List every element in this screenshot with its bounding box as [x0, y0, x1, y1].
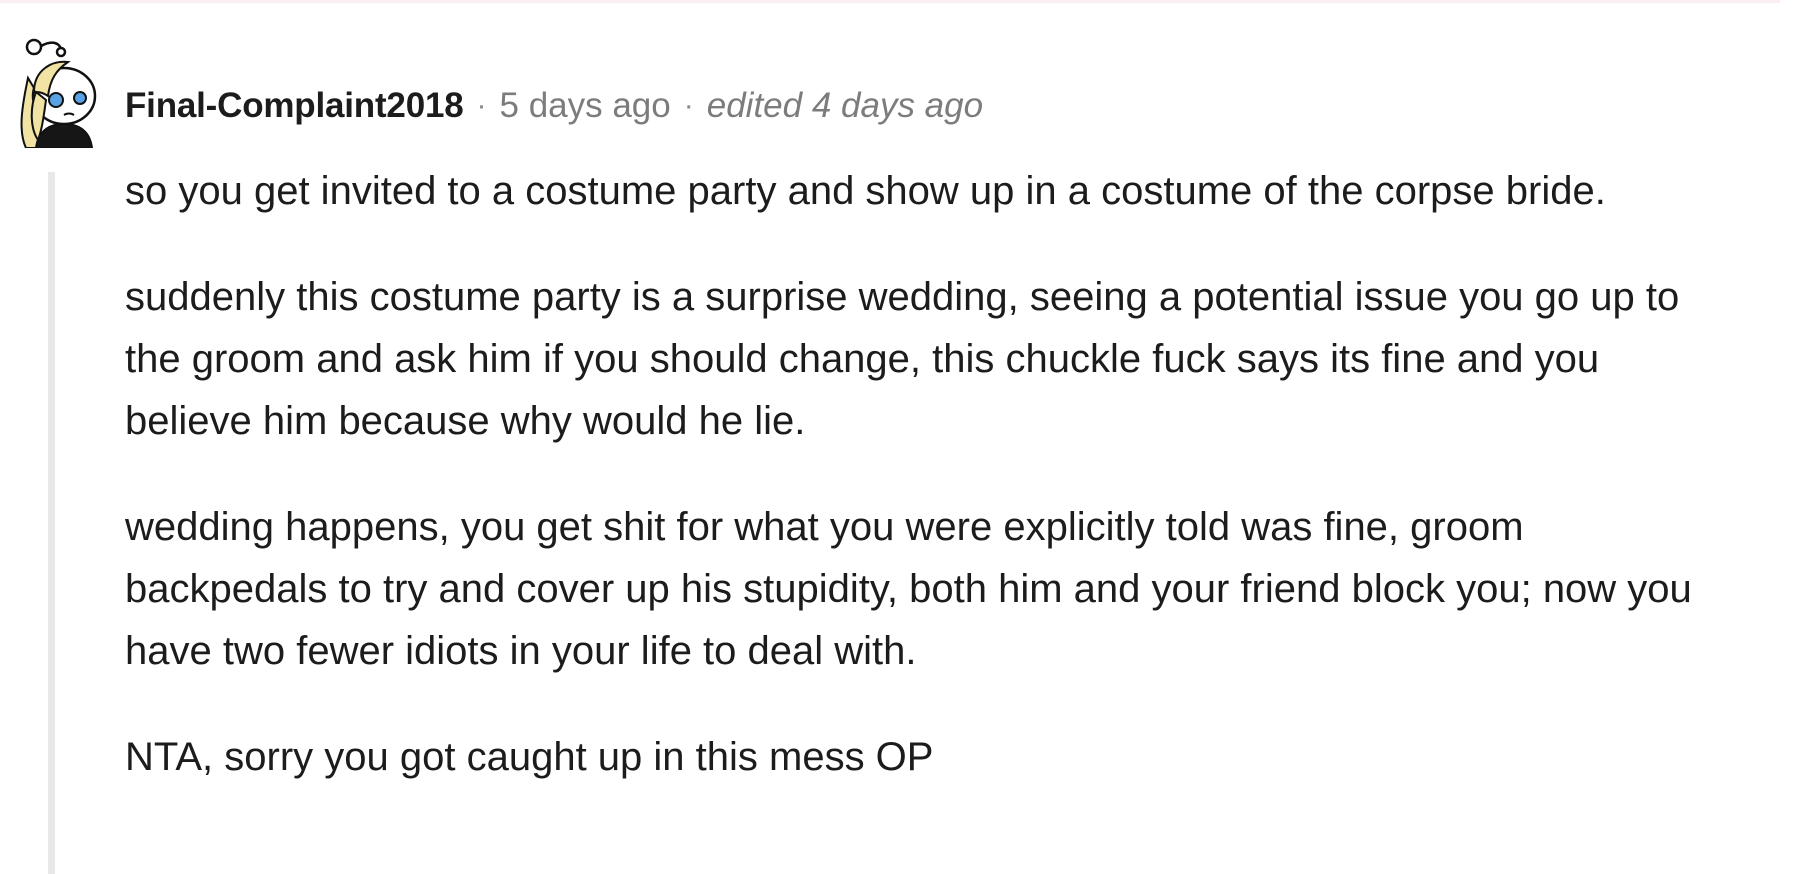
comment-paragraph: NTA, sorry you got caught up in this mes…: [125, 735, 934, 779]
comment-paragraph: wedding happens, you get shit for what y…: [125, 505, 1692, 673]
comment-meta: Final-Complaint2018 · 5 days ago · edite…: [125, 84, 983, 128]
comment-paragraph: suddenly this costume party is a surpris…: [125, 275, 1680, 443]
comment: Final-Complaint2018 · 5 days ago · edite…: [0, 0, 1810, 874]
comment-edited-timestamp: edited 4 days ago: [706, 86, 984, 125]
comment-body: so you get invited to a costume party an…: [125, 160, 1735, 832]
comment-paragraph: so you get invited to a costume party an…: [125, 169, 1606, 213]
meta-separator: ·: [476, 89, 487, 122]
thread-line[interactable]: [48, 172, 55, 874]
comment-timestamp[interactable]: 5 days ago: [500, 86, 671, 126]
meta-separator: ·: [683, 89, 694, 122]
user-avatar-icon[interactable]: [12, 36, 100, 149]
comment-author[interactable]: Final-Complaint2018: [125, 86, 464, 126]
